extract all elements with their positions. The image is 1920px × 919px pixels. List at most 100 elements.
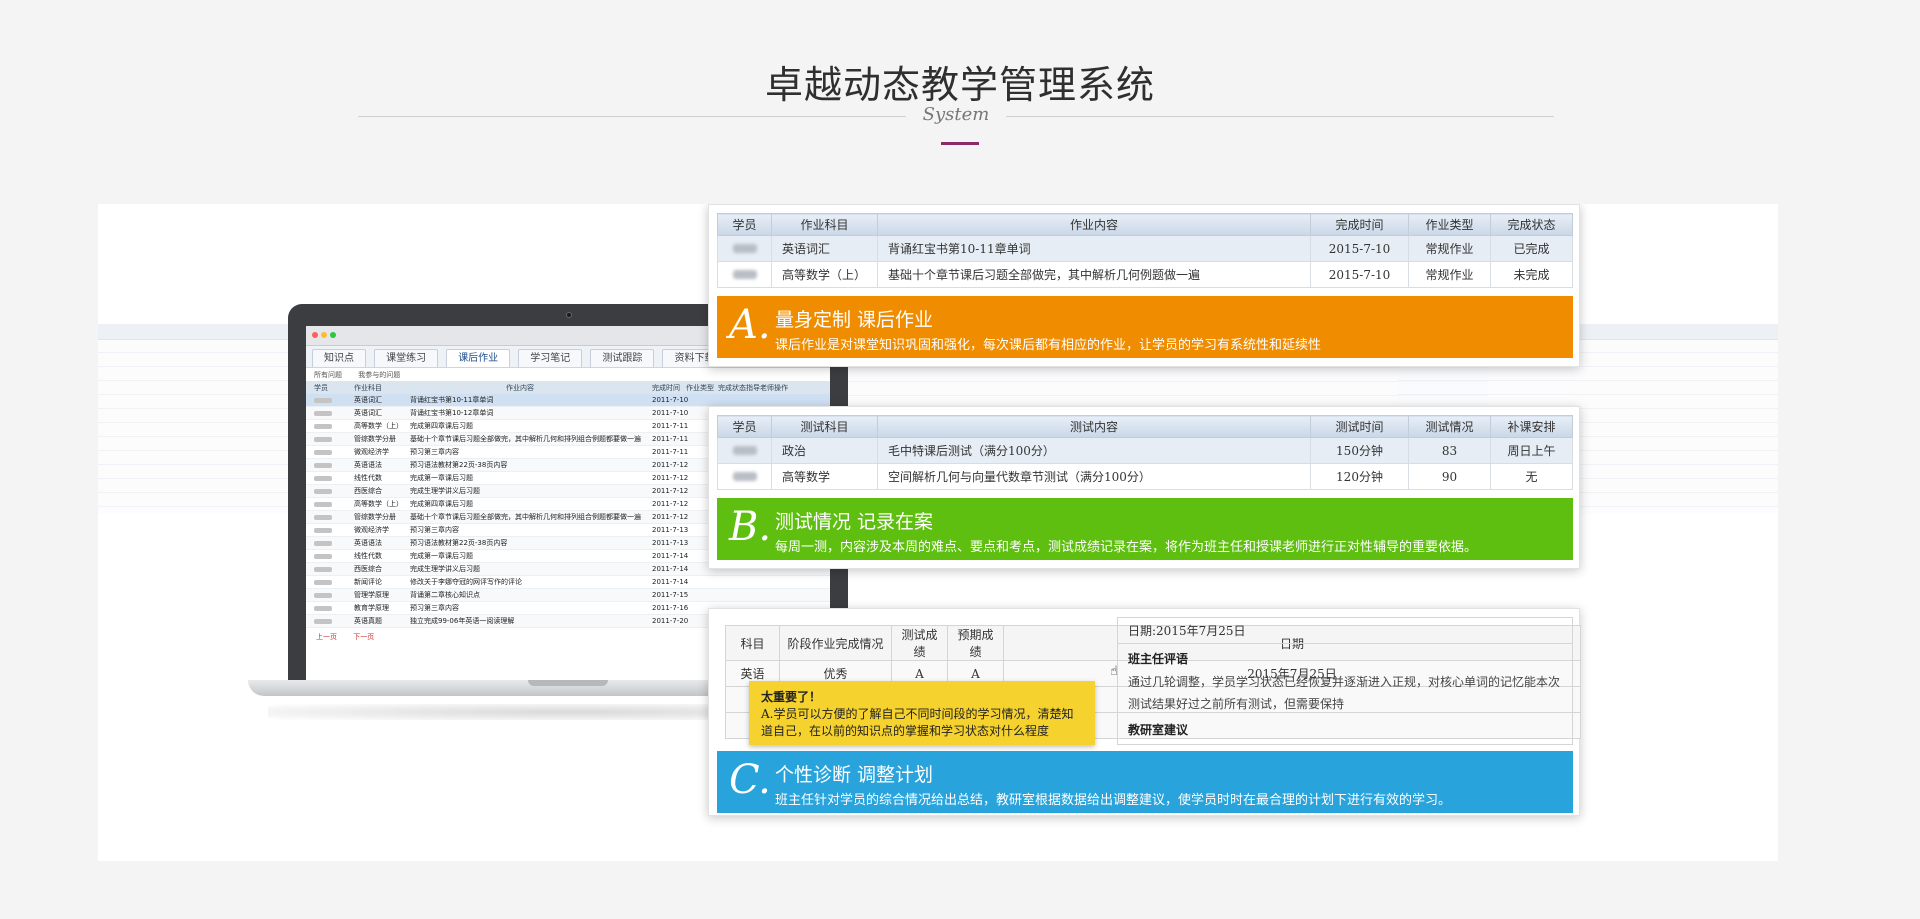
content-cell: 完成生理学讲义后习题 <box>410 565 480 573</box>
table-row[interactable]: 政治 毛中特课后测试（满分100分） 150分钟 83 周日上午 <box>717 437 1573 464</box>
minimize-window-icon[interactable] <box>321 332 327 338</box>
blurred-name <box>314 567 332 572</box>
date-cell: 2011-7-13 <box>652 539 689 547</box>
content-cell: 修改关于李娜夺冠的网评写作的评论 <box>410 578 522 586</box>
content-cell: 预习语法教材第22页-38页内容 <box>410 461 508 469</box>
column-header: 作业内容 <box>877 213 1311 236</box>
subject-cell: 英语语法 <box>354 461 382 469</box>
time-cell: 150分钟 <box>1310 437 1409 464</box>
content-cell: 完成第一章课后习题 <box>410 552 473 560</box>
tab-tests[interactable]: 测试跟踪 <box>590 349 655 367</box>
column-header: 阶段作业完成情况 <box>779 625 892 661</box>
date-cell: 2011-7-14 <box>652 552 689 560</box>
banner-description: 班主任针对学员的综合情况给出总结，教研室根据数据给出调整建议，使学员时时在最合理… <box>775 793 1452 808</box>
background-row-line <box>1398 394 1778 395</box>
blurred-name <box>314 606 332 611</box>
content-cell: 完成第一章课后习题 <box>410 474 473 482</box>
maximize-window-icon[interactable] <box>330 332 336 338</box>
column-header: 预期成绩 <box>947 625 1004 661</box>
date-cell: 2015-7-10 <box>1310 235 1409 262</box>
banner-description: 每周一测，内容涉及本周的难点、要点和考点，测试成绩记录在案，将作为班主任和授课老… <box>775 540 1478 555</box>
column-header: 作业科目 <box>771 213 878 236</box>
note-title: 太重要了！ <box>761 690 822 704</box>
feature-card-tests: 学员 测试科目 测试内容 测试时间 测试情况 补课安排 政治 毛中特课后测试（满… <box>708 406 1580 569</box>
subject-cell: 英语词汇 <box>354 409 382 417</box>
content-cell: 预习第三章内容 <box>410 604 459 612</box>
subject-cell: 高等数学 <box>771 463 878 490</box>
student-name <box>717 261 772 288</box>
table-row[interactable]: 高等数学（上） 基础十个章节课后习题全部做完，其中解析几何例题做一遍 2015-… <box>717 261 1573 288</box>
background-row-line <box>98 492 298 493</box>
tooltip-note: 太重要了！ A.学员可以方便的了解自己不同时间段的学习情况，清楚知道自己，在以前… <box>749 681 1095 745</box>
table-row[interactable]: 高等数学 空间解析几何与向量代数章节测试（满分100分） 120分钟 90 无 <box>717 463 1573 490</box>
table-row[interactable]: 新闻评论 修改关于李娜夺冠的网评写作的评论 2011-7-14 <box>306 576 830 589</box>
column-header: 指导老师 <box>746 384 774 392</box>
background-row-line <box>98 366 298 367</box>
banner-title: 测试情况 记录在案 <box>775 511 934 533</box>
background-row-line <box>838 367 1488 368</box>
blurred-name <box>314 450 332 455</box>
banner-tests: B. 测试情况 记录在案 每周一测，内容涉及本周的难点、要点和考点，测试成绩记录… <box>717 498 1573 560</box>
sub-tab-mine[interactable]: 我参与的问题 <box>358 371 400 379</box>
blurred-name <box>314 489 332 494</box>
prev-page-link[interactable]: 上一页 <box>316 633 337 641</box>
plan-cell: 无 <box>1490 463 1573 490</box>
page-header: 卓越动态教学管理系统 System <box>0 0 1920 150</box>
date-cell: 2011-7-11 <box>652 422 689 430</box>
type-cell: 常规作业 <box>1408 261 1491 288</box>
background-row-line <box>98 506 298 507</box>
close-window-icon[interactable] <box>312 332 318 338</box>
banner-diagnosis: C. 个性诊断 调整计划 班主任针对学员的综合情况给出总结，教研室根据数据给出调… <box>717 751 1573 813</box>
column-header: 作业类型 <box>686 384 714 392</box>
table-row[interactable]: 英语词汇 背诵红宝书第10-11章单词 2015-7-10 常规作业 已完成 <box>717 235 1573 262</box>
tab-class-practice[interactable]: 课堂练习 <box>374 349 439 367</box>
feature-card-homework: 学员 作业科目 作业内容 完成时间 作业类型 完成状态 英语词汇 背诵红宝书第1… <box>708 204 1580 367</box>
subject-cell: 微观经济学 <box>354 448 389 456</box>
background-row-line <box>98 380 298 381</box>
student-name <box>717 437 772 464</box>
tab-notes[interactable]: 学习笔记 <box>518 349 583 367</box>
mini-table-header: 学员 作业科目 作业内容 完成时间 作业类型 完成状态 指导老师 操作 <box>306 382 830 394</box>
subject-cell: 英语词汇 <box>771 235 878 262</box>
table-row[interactable]: 管理学原理 背诵第二章核心知识点 2011-7-15 <box>306 589 830 602</box>
background-row-line <box>98 422 298 423</box>
column-header: 完成状态 <box>718 384 746 392</box>
background-row-line <box>838 395 1488 396</box>
column-header: 学员 <box>717 415 772 438</box>
background-row-line <box>98 408 298 409</box>
blurred-name <box>314 502 332 507</box>
date-cell: 2011-7-10 <box>652 409 689 417</box>
column-header: 科目 <box>725 625 780 661</box>
blurred-name <box>314 580 332 585</box>
teacher-comment: 通过几轮调整，学员学习状态已经恢复并逐渐进入正规，对核心单词的记忆能本次测试结果… <box>1128 675 1561 711</box>
column-header: 补课安排 <box>1490 415 1573 438</box>
background-row-line <box>98 436 298 437</box>
column-header: 作业科目 <box>354 384 382 392</box>
comment-panel: 日期:2015年7月25日 班主任评语 通过几轮调整，学员学习状态已经恢复并逐渐… <box>1117 617 1573 745</box>
tab-homework[interactable]: 课后作业 <box>446 349 511 367</box>
date-cell: 2011-7-14 <box>652 578 689 586</box>
banner-letter: A. <box>729 302 771 348</box>
divider-right <box>1006 116 1554 117</box>
date-cell: 2011-7-12 <box>652 500 689 508</box>
showcase-stage: 知识点 课堂练习 课后作业 学习笔记 测试跟踪 资料下载 所有问题 我参与的问题… <box>98 204 1778 861</box>
blurred-name <box>314 528 332 533</box>
subject-cell: 高等数学（上） <box>771 261 878 288</box>
comment-date: 日期:2015年7月25日 <box>1118 618 1572 644</box>
column-header: 测试成绩 <box>891 625 948 661</box>
subject-cell: 教育学原理 <box>354 604 389 612</box>
tab-knowledge[interactable]: 知识点 <box>312 349 366 367</box>
background-row-line <box>98 394 298 395</box>
sub-tab-all[interactable]: 所有问题 <box>314 371 342 379</box>
feature-card-diagnosis: 科目 阶段作业完成情况 测试成绩 预期成绩 日期 英语 优秀 A A 2015年… <box>708 608 1581 816</box>
column-header: 学员 <box>314 384 328 392</box>
subject-cell: 高等数学（上） <box>354 422 403 430</box>
column-header: 作业内容 <box>506 384 534 392</box>
next-page-link[interactable]: 下一页 <box>353 633 374 641</box>
type-cell: 常规作业 <box>1408 235 1491 262</box>
laptop-notch <box>528 680 608 686</box>
background-screen-left <box>98 324 298 514</box>
column-header: 完成时间 <box>652 384 680 392</box>
column-header: 测试时间 <box>1310 415 1409 438</box>
page-subtitle: System <box>922 104 990 125</box>
